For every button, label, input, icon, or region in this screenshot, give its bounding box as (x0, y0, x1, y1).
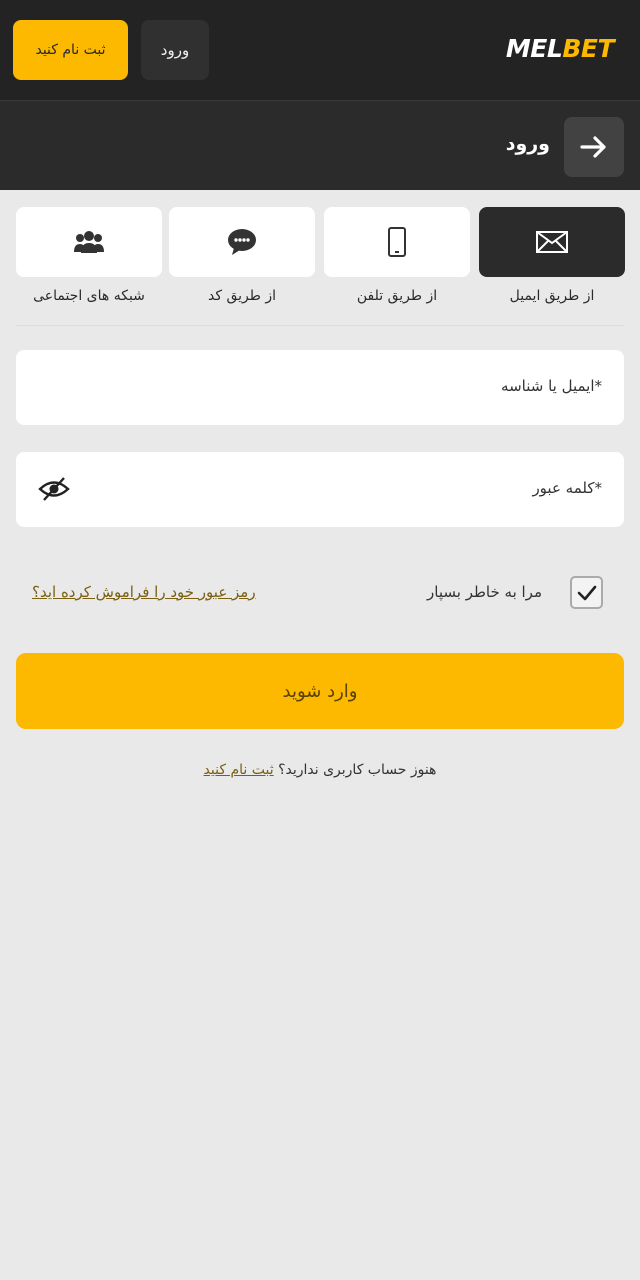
logo-text-mel: MEL (505, 34, 563, 63)
email-field[interactable]: ایمیل یا شناسه* (16, 350, 624, 425)
tab-social-label: شبکه های اجتماعی (33, 288, 145, 304)
tab-code-label: از طریق کد (207, 288, 276, 304)
tab-email[interactable] (479, 207, 625, 277)
register-button[interactable]: ثبت نام کنید (13, 20, 128, 80)
logo-text-bet: BET (562, 34, 614, 63)
password-field[interactable]: کلمه عبور* (16, 452, 624, 527)
tab-email-label: از طریق ایمیل (509, 288, 595, 304)
remember-checkbox[interactable] (570, 576, 603, 609)
eye-slash-icon[interactable] (38, 476, 70, 506)
email-field-label: ایمیل یا شناسه* (501, 377, 602, 395)
page-header: ورود (0, 100, 640, 190)
back-button[interactable] (564, 117, 624, 177)
phone-icon (388, 227, 406, 257)
divider (16, 325, 624, 326)
login-button[interactable]: ورود (141, 20, 209, 80)
forgot-password-link[interactable]: رمز عبور خود را فراموش کرده اید؟ (32, 583, 256, 601)
page-title: ورود (505, 133, 550, 155)
register-link[interactable]: ثبت نام کنید (204, 762, 274, 778)
tab-social[interactable] (16, 207, 162, 277)
tab-phone-label: از طریق تلفن (356, 288, 438, 304)
login-submit-button[interactable]: وارد شوید (16, 653, 624, 729)
tab-phone[interactable] (324, 207, 470, 277)
tab-code[interactable] (169, 207, 315, 277)
no-account-row: هنوز حساب کاربری ندارید؟ ثبت نام کنید (0, 762, 640, 778)
check-icon (577, 585, 596, 600)
melbet-logo[interactable]: MELBET (505, 34, 615, 63)
users-icon (74, 231, 104, 253)
top-bar: ثبت نام کنید ورود MELBET (0, 0, 640, 100)
chat-icon (228, 229, 256, 255)
password-field-label: کلمه عبور* (532, 479, 602, 497)
no-account-text: هنوز حساب کاربری ندارید؟ (278, 762, 437, 778)
arrow-right-icon (580, 136, 606, 158)
envelope-icon (536, 231, 568, 253)
remember-label: مرا به خاطر بسپار (427, 583, 542, 601)
